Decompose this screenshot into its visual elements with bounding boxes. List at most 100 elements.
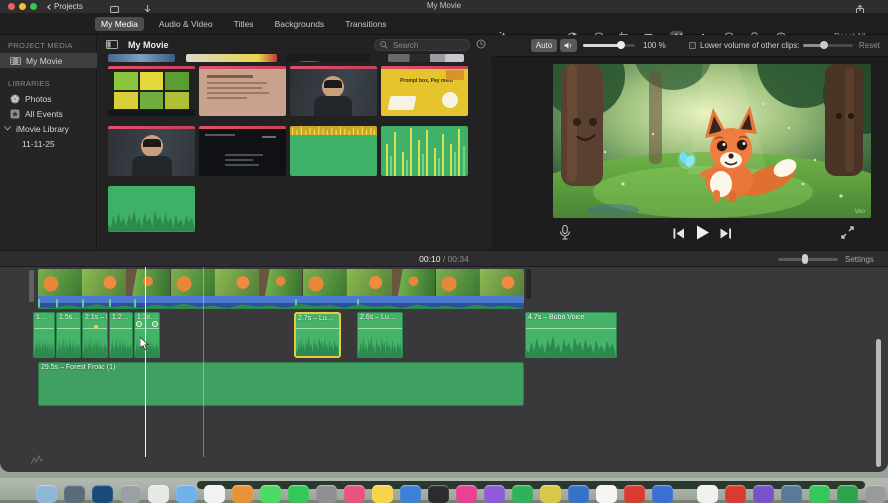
music-clip[interactable]: 29.5s – Forest Frolic (1) bbox=[38, 362, 524, 406]
sidebar-item-imovie-library[interactable]: iMovie Library bbox=[0, 121, 97, 136]
video-track[interactable] bbox=[38, 269, 524, 296]
media-thumbnail-webcam[interactable] bbox=[108, 126, 195, 176]
lower-volume-knob[interactable] bbox=[820, 41, 828, 49]
lower-volume-checkbox[interactable] bbox=[689, 42, 696, 49]
dock-app-icon[interactable] bbox=[204, 485, 225, 503]
dock-app-icon[interactable] bbox=[697, 485, 718, 503]
tab-transitions[interactable]: Transitions bbox=[339, 17, 392, 31]
video-frame-thumbnail[interactable] bbox=[303, 269, 348, 296]
volume-slider-knob[interactable] bbox=[617, 41, 625, 49]
record-voiceover-icon[interactable] bbox=[559, 225, 571, 245]
dock-app-icon[interactable] bbox=[781, 485, 802, 503]
volume-keyframe[interactable] bbox=[94, 325, 98, 329]
dock-app-icon[interactable] bbox=[400, 485, 421, 503]
dock-app-icon[interactable] bbox=[288, 485, 309, 503]
clip-trim-handle[interactable] bbox=[29, 270, 34, 302]
dock-app-icon[interactable] bbox=[865, 485, 886, 503]
sidebar-toggle-icon[interactable] bbox=[106, 36, 118, 54]
dock-app-icon[interactable] bbox=[568, 485, 589, 503]
lower-volume-slider[interactable] bbox=[803, 41, 853, 49]
media-thumbnail-audio[interactable] bbox=[381, 126, 468, 176]
video-frame-thumbnail[interactable] bbox=[214, 269, 259, 296]
tab-audio-video[interactable]: Audio & Video bbox=[153, 17, 219, 31]
auto-volume-button[interactable]: Auto bbox=[531, 39, 557, 52]
dock-app-icon[interactable] bbox=[753, 485, 774, 503]
timeline-zoom-knob[interactable] bbox=[802, 254, 808, 264]
clip-appearance-icon[interactable] bbox=[476, 36, 486, 54]
sidebar-item-all-events[interactable]: All Events bbox=[0, 106, 97, 121]
dock-app-icon[interactable] bbox=[596, 485, 617, 503]
audio-clip[interactable]: 2.6s – Lu… bbox=[357, 312, 403, 358]
dock-app-icon[interactable] bbox=[148, 485, 169, 503]
fullscreen-icon[interactable] bbox=[841, 226, 854, 244]
audio-clip[interactable]: 1… bbox=[33, 312, 55, 358]
media-thumbnail[interactable] bbox=[388, 54, 464, 62]
video-frame-thumbnail[interactable] bbox=[479, 269, 524, 296]
playhead[interactable] bbox=[145, 267, 146, 457]
video-frame-thumbnail[interactable] bbox=[347, 269, 392, 296]
dock-app-icon[interactable] bbox=[456, 485, 477, 503]
search-field[interactable] bbox=[374, 39, 470, 51]
media-thumbnail-document[interactable] bbox=[199, 66, 286, 116]
tab-titles[interactable]: Titles bbox=[228, 17, 260, 31]
dock-app-icon[interactable] bbox=[725, 485, 746, 503]
dock-app-icon[interactable] bbox=[512, 485, 533, 503]
dock-app-icon[interactable] bbox=[176, 485, 197, 503]
media-thumbnail-code-screen[interactable] bbox=[199, 126, 286, 176]
video-frame-thumbnail[interactable] bbox=[82, 269, 127, 296]
next-frame-button[interactable] bbox=[720, 226, 732, 244]
clip-end-handle[interactable] bbox=[526, 269, 531, 299]
media-thumbnail[interactable] bbox=[108, 54, 175, 62]
dock-app-icon[interactable] bbox=[316, 485, 337, 503]
video-frame-thumbnail[interactable] bbox=[435, 269, 480, 296]
previous-frame-button[interactable] bbox=[673, 226, 685, 244]
dock-app-icon[interactable] bbox=[120, 485, 141, 503]
volume-slider[interactable] bbox=[583, 41, 635, 49]
dock-app-icon[interactable] bbox=[372, 485, 393, 503]
dock-app-icon[interactable] bbox=[484, 485, 505, 503]
audio-clip[interactable]: 1.2… bbox=[109, 312, 133, 358]
dock-app-icon[interactable] bbox=[624, 485, 645, 503]
dock-app-icon[interactable] bbox=[428, 485, 449, 503]
dock-app-icon[interactable] bbox=[680, 485, 690, 503]
mute-button[interactable] bbox=[560, 39, 577, 52]
video-frame-thumbnail[interactable] bbox=[126, 269, 171, 296]
dock-app-icon[interactable] bbox=[36, 485, 57, 503]
media-thumbnail-screenshot[interactable] bbox=[108, 66, 195, 116]
tab-backgrounds[interactable]: Backgrounds bbox=[269, 17, 331, 31]
media-thumbnail-audio[interactable] bbox=[290, 126, 377, 176]
video-frame-thumbnail[interactable] bbox=[170, 269, 215, 296]
dock-app-icon[interactable] bbox=[64, 485, 85, 503]
audio-clip[interactable]: 1.5s… bbox=[56, 312, 81, 358]
sidebar-item-event[interactable]: 11-11-25 bbox=[0, 136, 97, 151]
media-thumbnail-audio[interactable] bbox=[108, 186, 195, 232]
dock-app-icon[interactable] bbox=[92, 485, 113, 503]
video-frame-thumbnail[interactable] bbox=[38, 269, 83, 296]
dock-app-icon[interactable] bbox=[260, 485, 281, 503]
play-button[interactable] bbox=[695, 225, 710, 245]
preview-video-frame[interactable]: Veo bbox=[553, 64, 871, 218]
dock-app-icon[interactable] bbox=[809, 485, 830, 503]
audio-clip[interactable]: 1.3s… bbox=[134, 312, 160, 358]
audio-clip-selected[interactable]: 2.7s – Lu… bbox=[294, 312, 341, 358]
dock-app-icon[interactable] bbox=[232, 485, 253, 503]
dock-app-icon[interactable] bbox=[652, 485, 673, 503]
search-input[interactable] bbox=[391, 39, 461, 51]
video-frame-thumbnail[interactable] bbox=[258, 269, 304, 296]
dock-app-icon[interactable] bbox=[837, 485, 858, 503]
media-thumbnail-webcam[interactable] bbox=[290, 66, 377, 116]
timeline-settings-button[interactable]: Settings bbox=[845, 255, 874, 264]
reset-volume-button[interactable]: Reset bbox=[859, 41, 880, 50]
sidebar-item-photos[interactable]: Photos bbox=[0, 91, 97, 106]
sidebar-item-my-movie[interactable]: My Movie bbox=[0, 53, 97, 68]
fade-handle[interactable] bbox=[152, 321, 158, 327]
tab-my-media[interactable]: My Media bbox=[95, 17, 144, 31]
audio-clip[interactable]: 2.1s – L… bbox=[82, 312, 108, 358]
media-thumbnail[interactable] bbox=[285, 54, 370, 62]
video-audio-track[interactable] bbox=[38, 296, 524, 309]
dock-app-icon[interactable] bbox=[344, 485, 365, 503]
dock-app-icon[interactable] bbox=[540, 485, 561, 503]
timeline-scrollbar[interactable] bbox=[876, 339, 881, 467]
media-thumbnail[interactable] bbox=[186, 54, 277, 62]
video-frame-thumbnail[interactable] bbox=[391, 269, 436, 296]
